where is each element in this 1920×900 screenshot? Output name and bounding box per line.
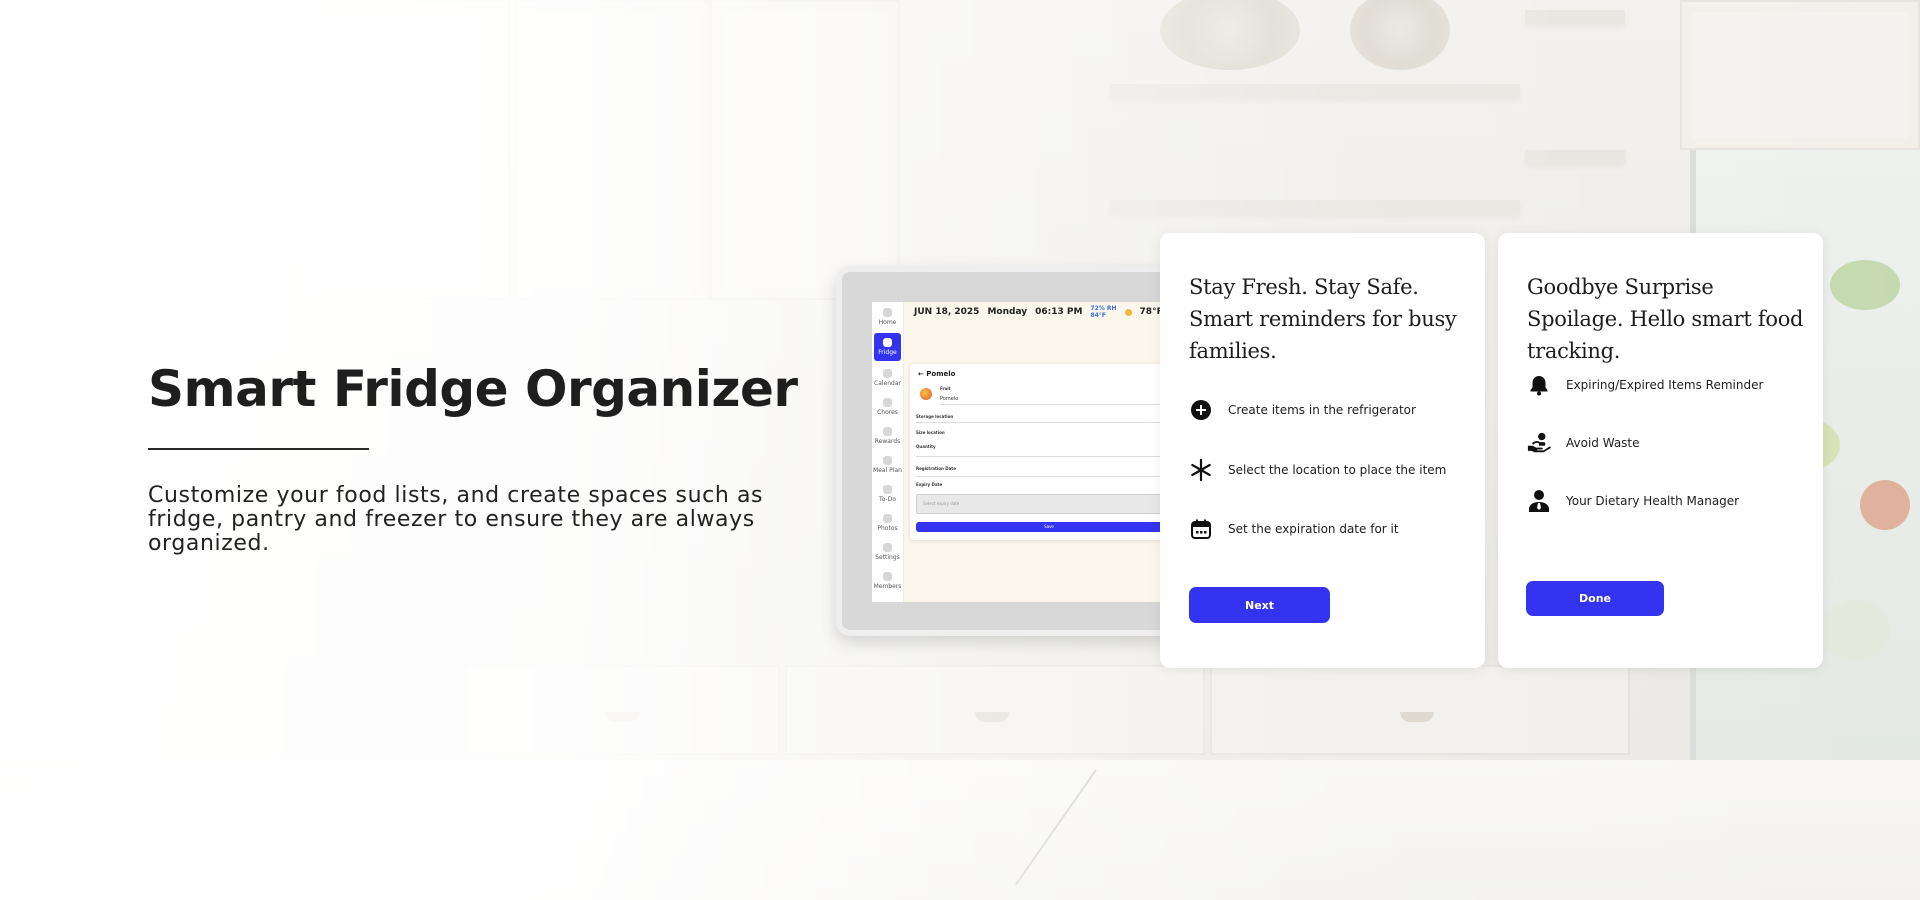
sidebar-item-todo[interactable]: To-Do [872, 479, 903, 508]
card-heading: Goodbye Surprise Spoilage. Hello smart f… [1527, 275, 1804, 363]
sidebar-item-members[interactable]: Members [872, 566, 903, 595]
onboarding-card-reminders: Stay Fresh. Stay Safe. Smart reminders f… [1160, 233, 1485, 668]
plus-circle-icon [1189, 398, 1213, 422]
hand-heart-icon [1527, 431, 1551, 455]
expiry-label: Expiry Date [916, 482, 943, 487]
feature-dietary-manager: Your Dietary Health Manager [1527, 489, 1739, 513]
tablet-screen: Home Fridge Calendar Chores Rewards Meal… [872, 302, 1170, 602]
time-text: 06:13 PM [1035, 307, 1083, 317]
tablet-sidebar: Home Fridge Calendar Chores Rewards Meal… [872, 302, 904, 602]
sidebar-item-rewards[interactable]: Rewards [872, 421, 903, 450]
sidebar-item-photos[interactable]: Photos [872, 508, 903, 537]
members-icon [883, 571, 892, 581]
name-field[interactable]: Pomelo [940, 396, 958, 402]
sidebar-item-chores[interactable]: Chores [872, 392, 903, 421]
tablet-topbar: JUN 18, 2025 Monday 06:13 PM 72% RH 84°F … [914, 304, 1170, 320]
done-button[interactable]: Done [1526, 581, 1664, 616]
date-text: JUN 18, 2025 [914, 307, 980, 317]
sidebar-item-settings[interactable]: Settings [872, 537, 903, 566]
title-divider [148, 448, 369, 450]
page-title: Smart Fridge Organizer [148, 360, 798, 418]
storage-label: Storage location [916, 414, 954, 419]
todo-icon [883, 484, 892, 494]
meal-plan-icon [883, 455, 892, 465]
home-icon [883, 307, 892, 317]
user-tie-icon [1527, 489, 1551, 513]
item-detail-panel: ← Pomelo Fruit Pomelo Storage location S… [910, 364, 1170, 540]
hero-section: Smart Fridge Organizer Customize your fo… [148, 360, 808, 556]
rewards-icon [883, 426, 892, 436]
snowflake-icon [1189, 458, 1213, 482]
next-button[interactable]: Next [1189, 587, 1330, 623]
sidebar-item-meal-plan[interactable]: Meal Plan [872, 450, 903, 479]
bell-icon [1527, 373, 1551, 397]
humidity-text: 72% RH 84°F [1090, 305, 1117, 319]
name-label: Fruit [940, 386, 951, 391]
feature-expiring-reminder: Expiring/Expired Items Reminder [1527, 373, 1763, 397]
feature-create-items: Create items in the refrigerator [1189, 398, 1416, 422]
card-heading: Stay Fresh. Stay Safe. Smart reminders f… [1189, 275, 1457, 363]
calendar-icon [883, 368, 892, 378]
sun-icon [1124, 308, 1132, 316]
size-label: Size location [916, 430, 945, 435]
onboarding-card-tracking: Goodbye Surprise Spoilage. Hello smart f… [1498, 233, 1823, 668]
feature-select-location: Select the location to place the item [1189, 458, 1446, 482]
sidebar-item-calendar[interactable]: Calendar [872, 363, 903, 392]
calendar-icon [1189, 517, 1213, 541]
feature-avoid-waste: Avoid Waste [1527, 431, 1640, 455]
sidebar-item-home[interactable]: Home [872, 302, 903, 331]
save-button[interactable]: Save [916, 522, 1170, 532]
fridge-icon [883, 338, 892, 347]
feature-expiration-date: Set the expiration date for it [1189, 517, 1399, 541]
photos-icon [883, 513, 892, 523]
quantity-label: Quantity [916, 444, 936, 449]
expiry-date-input[interactable]: Select expiry date [916, 494, 1170, 514]
fruit-icon [920, 388, 932, 400]
hero-description: Customize your food lists, and create sp… [148, 483, 764, 556]
registration-label: Registration Date [916, 466, 956, 471]
chores-icon [883, 397, 892, 407]
sidebar-item-fridge[interactable]: Fridge [874, 333, 901, 361]
settings-icon [883, 542, 892, 552]
day-text: Monday [987, 307, 1028, 317]
back-link[interactable]: ← Pomelo [918, 370, 956, 378]
tablet-mockup: Home Fridge Calendar Chores Rewards Meal… [836, 266, 1176, 636]
